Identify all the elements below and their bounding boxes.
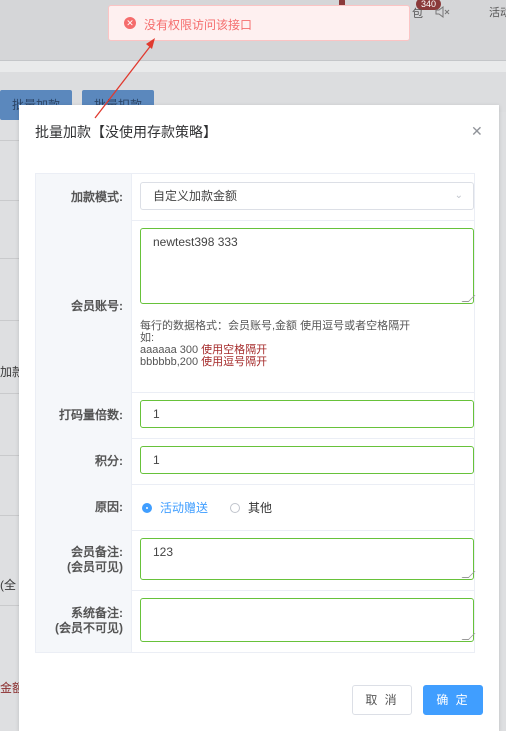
bag-label: 包 xyxy=(412,8,423,20)
member-note-label: 会员备注: (会员可见) xyxy=(36,530,132,590)
resize-handle-icon[interactable] xyxy=(461,571,476,578)
radio-label: 其他 xyxy=(248,501,273,515)
bg-fragment-text: (全 xyxy=(0,578,16,592)
radio-activity-gift[interactable]: 活动赠送 xyxy=(142,499,208,516)
cancel-button[interactable]: 取 消 xyxy=(352,685,412,715)
multiplier-label: 打码量倍数: xyxy=(36,392,132,438)
resize-handle-icon[interactable] xyxy=(461,633,476,640)
hint-line: 如: xyxy=(140,332,155,344)
row-system-note: 系统备注: (会员不可见) xyxy=(36,590,476,652)
example-text: aaaaaa 300 xyxy=(140,344,202,356)
confirm-button[interactable]: 确 定 xyxy=(423,685,483,715)
topbar-divider xyxy=(0,60,506,61)
error-toast: ✕ 没有权限访问该接口 xyxy=(108,5,410,41)
chevron-down-icon: ⌄ xyxy=(454,190,463,201)
row-mode: 加款模式: 自定义加款金额 ⌄ xyxy=(36,174,474,221)
row-points: 积分: 1 xyxy=(36,438,474,485)
reason-label: 原因: xyxy=(36,484,132,530)
toast-message: 没有权限访问该接口 xyxy=(144,18,253,32)
row-multiplier: 打码量倍数: 1 xyxy=(36,392,474,439)
error-icon: ✕ xyxy=(124,17,136,29)
activity-label[interactable]: 活动 xyxy=(489,4,506,20)
accounts-textarea[interactable]: newtest398 333 xyxy=(140,228,476,304)
radio-unchecked-icon xyxy=(230,502,240,513)
multiplier-input[interactable]: 1 xyxy=(140,400,474,428)
system-note-textarea[interactable] xyxy=(140,598,476,642)
mode-select[interactable]: 自定义加款金额 ⌄ xyxy=(140,182,474,210)
mute-icon[interactable] xyxy=(434,4,450,20)
points-label: 积分: xyxy=(36,438,132,484)
dialog-title: 批量加款【没使用存款策略】 xyxy=(35,124,217,140)
points-input[interactable]: 1 xyxy=(140,446,474,474)
member-note-textarea[interactable]: 123 xyxy=(140,538,476,580)
radio-other[interactable]: 其他 xyxy=(230,499,272,516)
example-note: 使用逗号隔开 xyxy=(201,356,268,368)
accounts-format-hint: 每行的数据格式：会员账号,金额 使用逗号或者空格隔开 如: aaaaaa 300… xyxy=(140,320,410,368)
hint-example: aaaaaa 300 使用空格隔开 xyxy=(140,344,410,356)
system-note-label: 系统备注: (会员不可见) xyxy=(36,590,132,652)
radio-label: 活动赠送 xyxy=(160,501,209,515)
mode-label: 加款模式: xyxy=(36,174,132,220)
example-note: 使用空格隔开 xyxy=(201,344,268,356)
mode-selected-value: 自定义加款金额 xyxy=(153,189,238,203)
example-text: bbbbbb,200 xyxy=(140,356,202,368)
accounts-value: newtest398 333 xyxy=(153,235,238,249)
bulk-add-dialog: 批量加款【没使用存款策略】 ✕ 加款模式: 自定义加款金额 ⌄ 会员账号: ne… xyxy=(19,105,499,731)
row-accounts: 会员账号: newtest398 333 每行的数据格式：会员账号,金额 使用逗… xyxy=(36,220,476,393)
label-line: (会员可见) xyxy=(67,560,123,574)
bulk-add-form: 加款模式: 自定义加款金额 ⌄ 会员账号: newtest398 333 每行的… xyxy=(35,173,476,653)
resize-handle-icon[interactable] xyxy=(461,295,476,302)
label-line: 系统备注: xyxy=(71,606,123,620)
close-icon[interactable]: ✕ xyxy=(471,123,483,140)
accounts-label: 会员账号: xyxy=(36,220,132,392)
label-line: (会员不可见) xyxy=(55,621,123,635)
row-reason: 原因: 活动赠送 其他 xyxy=(36,484,474,531)
member-note-value: 123 xyxy=(153,545,174,559)
row-member-note: 会员备注: (会员可见) 123 xyxy=(36,530,476,591)
hint-example: bbbbbb,200 使用逗号隔开 xyxy=(140,356,410,368)
radio-checked-icon xyxy=(142,502,152,513)
hint-line: 每行的数据格式：会员账号,金额 使用逗号或者空格隔开 xyxy=(140,320,411,332)
label-line: 会员备注: xyxy=(71,545,123,559)
